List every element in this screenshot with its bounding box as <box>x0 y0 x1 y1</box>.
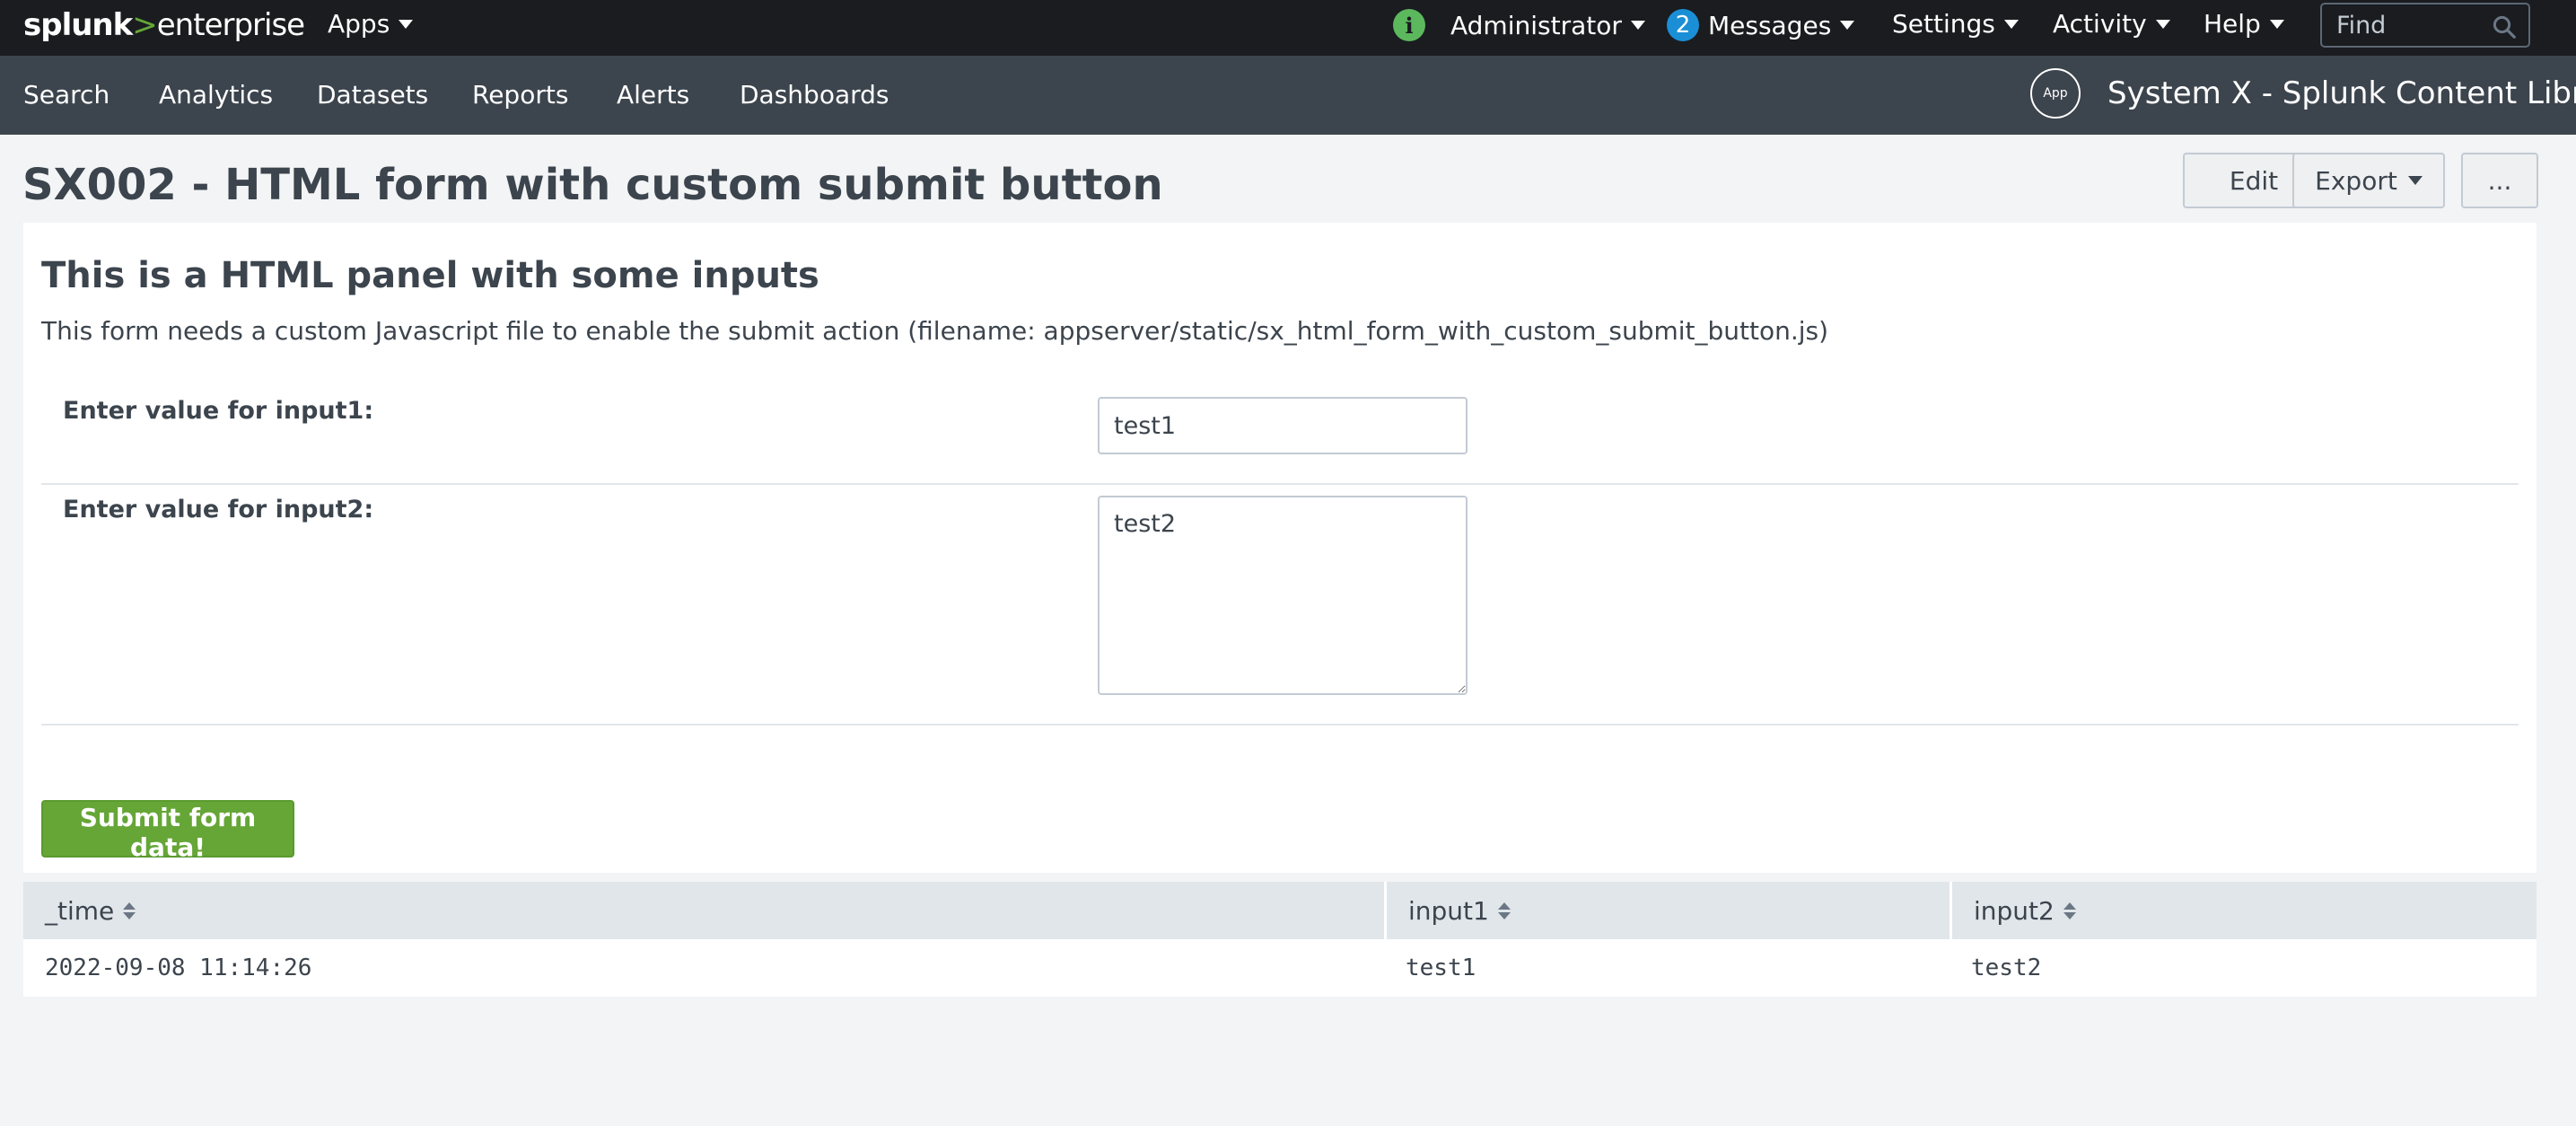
help-menu-label: Help <box>2204 9 2261 39</box>
input1-label: Enter value for input1: <box>63 397 374 425</box>
nav-alerts[interactable]: Alerts <box>617 80 689 110</box>
more-actions-label: ... <box>2487 165 2512 196</box>
form-divider <box>41 724 2519 726</box>
find-input[interactable]: Find <box>2320 3 2530 48</box>
nav-analytics[interactable]: Analytics <box>159 80 273 110</box>
settings-menu[interactable]: Settings <box>1892 9 2019 39</box>
messages-menu-label: Messages <box>1708 10 1832 40</box>
app-title[interactable]: System X - Splunk Content Library <box>2107 75 2576 111</box>
input2-textarea[interactable]: test2 <box>1098 496 1468 695</box>
caret-down-icon <box>2407 176 2423 185</box>
submit-form-button[interactable]: Submit form data! <box>41 800 294 862</box>
splunk-logo[interactable]: splunk>enterprise <box>23 7 305 43</box>
page-title: SX002 - HTML form with custom submit but… <box>22 160 1163 210</box>
search-icon[interactable] <box>2491 13 2518 40</box>
table-cell-time: 2022-09-08 11:14:26 <box>45 954 312 981</box>
logo-splunk-text: splunk <box>23 7 133 43</box>
activity-menu-label: Activity <box>2053 9 2147 39</box>
messages-menu[interactable]: 2 Messages <box>1667 9 1855 41</box>
caret-down-icon <box>1630 21 1645 30</box>
info-icon[interactable]: i <box>1393 9 1425 41</box>
column-header-label: input2 <box>1974 895 2055 926</box>
user-menu-label: Administrator <box>1450 10 1622 40</box>
table-header: _time input1 input2 <box>23 882 2537 939</box>
user-menu[interactable]: i Administrator <box>1393 9 1645 41</box>
column-header-time[interactable]: _time <box>23 882 1384 939</box>
column-header-label: _time <box>45 895 115 926</box>
sort-icon[interactable] <box>1497 902 1511 919</box>
column-header-input2[interactable]: input2 <box>1950 882 2537 939</box>
html-panel: This is a HTML panel with some inputs Th… <box>23 223 2537 873</box>
nav-reports[interactable]: Reports <box>472 80 568 110</box>
caret-down-icon <box>2269 19 2284 29</box>
panel-heading: This is a HTML panel with some inputs <box>41 255 819 296</box>
caret-down-icon <box>1840 21 1855 30</box>
export-button-label: Export <box>2315 165 2397 196</box>
top-bar: splunk>enterprise Apps i Administrator 2… <box>0 0 2576 56</box>
table-row: 2022-09-08 11:14:26 test1 test2 <box>23 939 2537 997</box>
app-bar: Search Analytics Datasets Reports Alerts… <box>0 56 2576 135</box>
logo-arrow-text: > <box>132 7 157 43</box>
app-icon[interactable]: App <box>2030 68 2081 119</box>
more-actions-button[interactable]: ... <box>2461 153 2538 208</box>
nav-search[interactable]: Search <box>23 80 110 110</box>
export-button[interactable]: Export <box>2292 153 2445 208</box>
table-cell-input2: test2 <box>1971 954 2042 981</box>
edit-button-label: Edit <box>2229 165 2279 196</box>
sort-icon[interactable] <box>2063 902 2076 919</box>
caret-down-icon <box>2155 19 2170 29</box>
caret-down-icon <box>399 19 414 29</box>
caret-down-icon <box>2003 19 2019 29</box>
input1-field[interactable] <box>1098 397 1468 454</box>
column-header-input1[interactable]: input1 <box>1384 882 1950 939</box>
help-menu[interactable]: Help <box>2204 9 2284 39</box>
logo-enterprise-text: enterprise <box>156 7 305 43</box>
settings-menu-label: Settings <box>1892 9 1995 39</box>
sort-icon[interactable] <box>123 902 136 919</box>
activity-menu[interactable]: Activity <box>2053 9 2170 39</box>
table-cell-input1: test1 <box>1406 954 1476 981</box>
nav-dashboards[interactable]: Dashboards <box>740 80 889 110</box>
apps-menu[interactable]: Apps <box>328 9 414 39</box>
find-placeholder: Find <box>2336 11 2387 40</box>
panel-description: This form needs a custom Javascript file… <box>41 316 1829 346</box>
nav-datasets[interactable]: Datasets <box>317 80 428 110</box>
form-divider <box>41 483 2519 485</box>
results-table: _time input1 input2 2022-09-08 11:14:26 … <box>23 882 2537 997</box>
apps-menu-label: Apps <box>328 9 390 39</box>
messages-count-badge: 2 <box>1667 9 1699 41</box>
input2-label: Enter value for input2: <box>63 496 374 523</box>
column-header-label: input1 <box>1408 895 1489 926</box>
